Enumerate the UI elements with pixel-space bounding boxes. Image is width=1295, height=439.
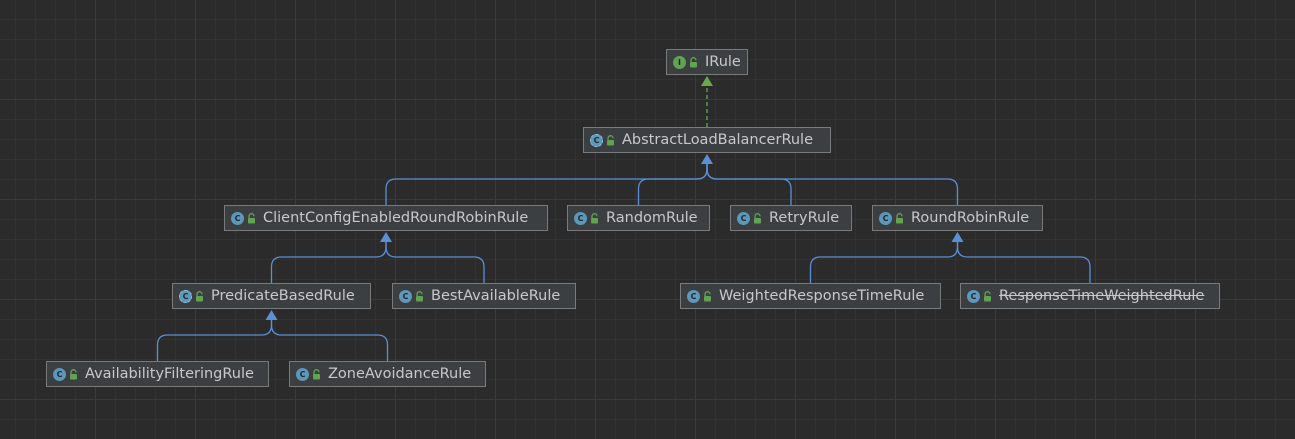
class-name-label: BestAvailableRule [431, 287, 561, 304]
class-icon: C [879, 211, 892, 225]
extends-edge-retry [706, 164, 792, 205]
inheritance-arrowhead [951, 232, 964, 242]
class-name-label: RetryRule [769, 209, 840, 226]
class-node-random[interactable]: C RandomRule [567, 205, 710, 231]
public-lock-icon [590, 212, 599, 224]
public-lock-icon [415, 290, 424, 302]
class-name-label: ZoneAvoidanceRule [328, 365, 472, 382]
class-name-label: ClientConfigEnabledRoundRobinRule [263, 209, 529, 226]
class-node-weighted[interactable]: C WeightedResponseTimeRule [680, 283, 941, 309]
class-name-label: WeightedResponseTimeRule [719, 287, 925, 304]
class-icon: C [967, 289, 980, 303]
class-node-predicate[interactable]: C PredicateBasedRule [172, 283, 371, 309]
class-hierarchy-diagram: I IRule C AbstractLoadBalancerRule C ClientCo… [0, 0, 1295, 439]
public-lock-icon [606, 134, 615, 146]
class-name-label: AvailabilityFilteringRule [85, 365, 254, 382]
public-lock-icon [895, 212, 904, 224]
public-lock-icon [983, 290, 992, 302]
inheritance-arrowhead [380, 232, 392, 242]
class-node-zone[interactable]: C ZoneAvoidanceRule [289, 361, 486, 387]
public-lock-icon [753, 212, 762, 224]
extends-edge-client-config [385, 164, 708, 205]
public-lock-icon [703, 290, 712, 302]
interface-icon: I [673, 55, 686, 69]
abstract-class-icon: C [590, 133, 603, 147]
class-node-availability[interactable]: C AvailabilityFilteringRule [46, 361, 269, 387]
class-name-label: RoundRobinRule [911, 209, 1030, 226]
extends-edge-zone [270, 320, 389, 361]
class-name-label: ResponseTimeWeightedRule [999, 287, 1205, 304]
class-name-label: RandomRule [606, 209, 698, 226]
class-node-round-robin[interactable]: C RoundRobinRule [872, 205, 1043, 231]
public-lock-icon [312, 368, 321, 380]
class-node-abstract-lb[interactable]: C AbstractLoadBalancerRule [583, 127, 831, 153]
class-icon: C [231, 211, 244, 225]
public-lock-icon [689, 56, 698, 68]
class-icon: C [574, 211, 587, 225]
extends-edge-weighted [809, 242, 959, 283]
class-icon: C [296, 367, 309, 381]
extends-edge-predicate [270, 242, 387, 283]
class-node-irule[interactable]: I IRule [666, 49, 748, 75]
public-lock-icon [247, 212, 256, 224]
extends-edge-availability [156, 320, 273, 361]
class-icon: C [737, 211, 750, 225]
class-name-label: PredicateBasedRule [211, 287, 355, 304]
public-lock-icon [69, 368, 78, 380]
class-icon: C [53, 367, 66, 381]
class-node-best-available[interactable]: C BestAvailableRule [392, 283, 576, 309]
class-name-label: AbstractLoadBalancerRule [622, 131, 814, 148]
extends-edge-response-time [956, 242, 1091, 283]
public-lock-icon [195, 290, 204, 302]
extends-edge-best-available [385, 242, 485, 283]
class-icon: C [687, 289, 700, 303]
class-node-client-config[interactable]: C ClientConfigEnabledRoundRobinRule [224, 205, 548, 231]
abstract-class-icon: C [179, 289, 192, 303]
class-icon: C [399, 289, 412, 303]
class-name-label: IRule [705, 53, 741, 70]
class-node-retry[interactable]: C RetryRule [730, 205, 852, 231]
inheritance-arrowhead [265, 310, 278, 320]
inheritance-arrowhead [701, 154, 713, 164]
extends-edge-round-robin [706, 164, 959, 205]
inheritance-arrowhead [701, 76, 713, 86]
class-node-response-time[interactable]: C ResponseTimeWeightedRule [960, 283, 1220, 309]
extends-edge-random [637, 164, 708, 205]
